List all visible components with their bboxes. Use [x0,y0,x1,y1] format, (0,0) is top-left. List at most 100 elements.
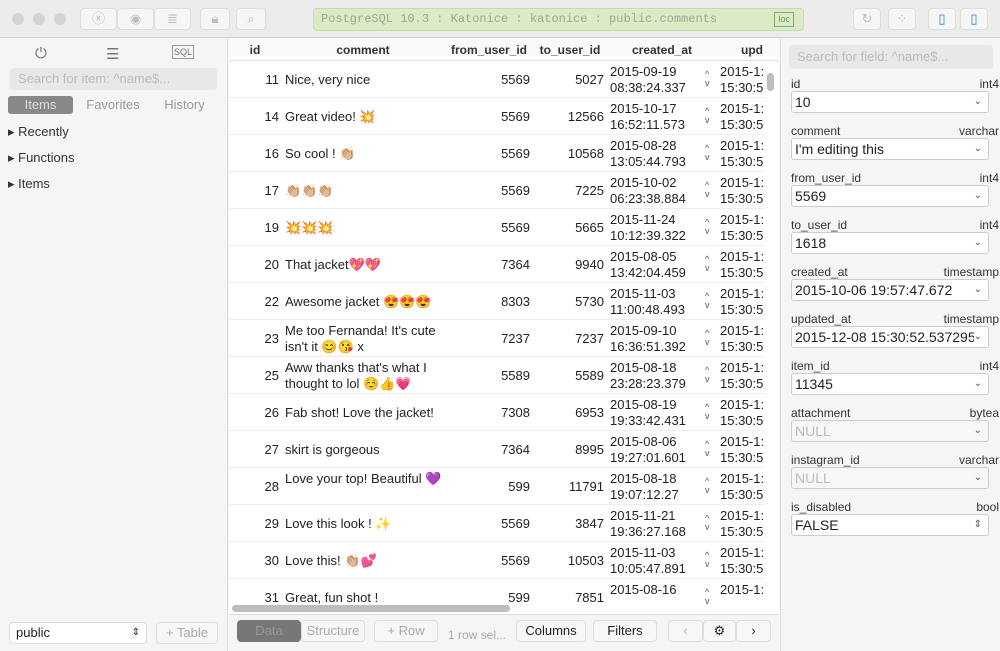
field-value: I'm editing this [795,141,885,157]
stepper-icon[interactable]: ^ v [705,403,710,421]
table-row[interactable]: 26 Fab shot! Love the jacket! 7308 6953 … [229,394,765,431]
schema-select[interactable]: public ⇕ [9,622,147,644]
chevron-down-icon[interactable]: ⌄ [973,421,982,441]
table-row[interactable]: 22 Awesome jacket 😍😍😍 8303 5730 2015-11-… [229,283,765,320]
close-window-button[interactable] [12,13,24,25]
data-tab[interactable]: Data [237,620,301,642]
stepper-icon[interactable]: ^ v [705,218,710,236]
table-row[interactable]: 16 So cool ! 👏🏼 5569 10568 2015-08-28 13:… [229,135,765,172]
tab-history[interactable]: History [152,96,217,114]
field-value-input[interactable]: 1618 ⌄ [791,232,989,254]
next-page-button[interactable]: › [736,620,771,642]
tree-item-items[interactable]: ▸ Items [8,176,50,192]
add-row-button[interactable]: + Row [374,620,438,642]
reload-icon[interactable]: ↻ [853,8,881,30]
time: 15:30:5 [720,561,764,576]
col-header-created-at[interactable]: created_at [607,43,717,57]
stepper-icon[interactable]: ^ v [705,588,710,606]
field-value-input[interactable]: FALSE ⇕ [791,514,989,536]
table-row[interactable]: 30 Love this! 👏🏼💕 5569 10503 2015-11-03 1… [229,542,765,579]
horizontal-scrollbar[interactable] [232,605,510,612]
field-value-input[interactable]: 5569 ⌄ [791,185,989,207]
table-row[interactable]: 29 Love this look ! ✨ 5569 3847 2015-11-… [229,505,765,542]
stepper-icon[interactable]: ^ v [705,477,710,495]
cell-comment: Me too Fernanda! It's cute isn't it 😊😘 x [285,323,436,354]
table-row[interactable]: 14 Great video! 💥 5569 12566 2015-10-17 1… [229,98,765,135]
col-header-from-user-id[interactable]: from_user_id [445,43,533,57]
cell-from-user-id: 5569 [501,109,530,124]
field-value-input[interactable]: 2015-12-08 15:30:52.537295 ⌄ [791,326,989,348]
stepper-icon[interactable]: ^ v [705,329,710,347]
sql-icon[interactable]: SQL [172,45,195,59]
table-row[interactable]: 28 Love your top! Beautiful 💜 599 11791 … [229,468,765,505]
structure-tab[interactable]: Structure [301,620,365,642]
field-value-input[interactable]: NULL ⌄ [791,420,989,442]
tree-item-recently[interactable]: ▸ Recently [8,124,69,140]
col-header-id[interactable]: id [229,43,281,57]
toggle-left-panel-icon[interactable]: ▯ [928,8,956,30]
toggle-right-panel-icon[interactable]: ▯ [960,8,988,30]
field-value-input[interactable]: I'm editing this ⌄ [791,138,989,160]
tab-favorites[interactable]: Favorites [78,96,148,114]
table-row[interactable]: 11 Nice, very nice 5569 5027 2015-09-19 0… [229,61,765,98]
cell-updated-at: 2015-1: 15:30:5 [720,508,766,540]
cell-from-user-id: 5569 [501,146,530,161]
zoom-window-button[interactable] [54,13,66,25]
field-search-input[interactable]: Search for field: ^name$... [789,45,993,69]
filters-button[interactable]: Filters [593,620,657,642]
table-row[interactable]: 23 Me too Fernanda! It's cute isn't it 😊… [229,320,765,357]
lock-icon[interactable]: 🔒︎ [200,8,230,30]
stepper-icon[interactable]: ^ v [705,70,710,88]
date: 2015-1: [720,360,765,375]
chevron-down-icon[interactable]: ⌄ [973,374,982,394]
stepper-icon[interactable]: ^ v [705,181,710,199]
prev-page-button[interactable]: ‹ [668,620,703,642]
field-value-input[interactable]: 2015-10-06 19:57:47.672 ⌄ [791,279,989,301]
field-value-input[interactable]: 10 ⌄ [791,91,989,113]
table-row[interactable]: 27 skirt is gorgeous 7364 8995 2015-08-0… [229,431,765,468]
eye-icon[interactable]: ◉ [117,8,154,30]
table-row[interactable]: 19 💥💥💥 5569 5665 2015-11-24 10:12:39.322 … [229,209,765,246]
chevron-down-icon[interactable]: ⌄ [973,186,982,206]
tab-items[interactable]: Items [8,96,73,114]
cell-created-at: 2015-08-18 23:28:23.379 [610,360,705,392]
connection-icon[interactable]: ⏻ [35,45,47,62]
chevron-down-icon[interactable]: ⌄ [973,233,982,253]
search-icon[interactable]: ⌕ [236,8,266,30]
add-table-button[interactable]: + Table [156,622,218,644]
field-value-input[interactable]: NULL ⌄ [791,467,989,489]
stepper-icon[interactable]: ^ v [705,107,710,125]
gear-icon[interactable]: ⚙ [703,620,736,642]
stepper-icon[interactable]: ^ v [705,514,710,532]
chevron-down-icon[interactable]: ⌄ [973,468,982,488]
col-header-updated-at[interactable]: upd [717,43,779,57]
tree-item-functions[interactable]: ▸ Functions [8,150,75,166]
columns-button[interactable]: Columns [516,620,586,642]
table-row[interactable]: 25 Aww thanks that's what I thought to l… [229,357,765,394]
loc-badge[interactable]: loc [774,12,794,27]
chevron-down-icon[interactable]: ⌄ [973,327,982,347]
table-row[interactable]: 17 👏🏼👏🏼👏🏼 5569 7225 2015-10-02 06:23:38.8… [229,172,765,209]
grid-icon[interactable]: ⁘ [888,8,916,30]
stepper-icon[interactable]: ^ v [705,292,710,310]
cell-to-user-id: 6953 [575,405,604,420]
stepper-icon[interactable]: ^ v [705,440,710,458]
chevron-down-icon[interactable]: ⌄ [973,280,982,300]
item-search-input[interactable]: Search for item: ^name$... [10,68,217,90]
database-icon[interactable]: ☰ [106,45,119,63]
stepper-icon[interactable]: ^ v [705,366,710,384]
col-header-comment[interactable]: comment [283,43,443,57]
chevron-down-icon[interactable]: ⌄ [973,139,982,159]
stepper-icon[interactable]: ^ v [705,144,710,162]
stepper-icon[interactable]: ^ v [705,551,710,569]
stepper-icon[interactable]: ^ v [705,255,710,273]
chevron-down-icon[interactable]: ⇕ [973,515,982,535]
vertical-scrollbar[interactable] [767,73,774,91]
col-header-to-user-id[interactable]: to_user_id [533,43,607,57]
table-row[interactable]: 20 That jacket💖💖 7364 9940 2015-08-05 13:… [229,246,765,283]
list-icon[interactable]: ≣ [154,8,191,30]
stop-icon[interactable]: ⓧ [80,8,117,30]
chevron-down-icon[interactable]: ⌄ [973,92,982,112]
field-value-input[interactable]: 11345 ⌄ [791,373,989,395]
minimize-window-button[interactable] [33,13,45,25]
